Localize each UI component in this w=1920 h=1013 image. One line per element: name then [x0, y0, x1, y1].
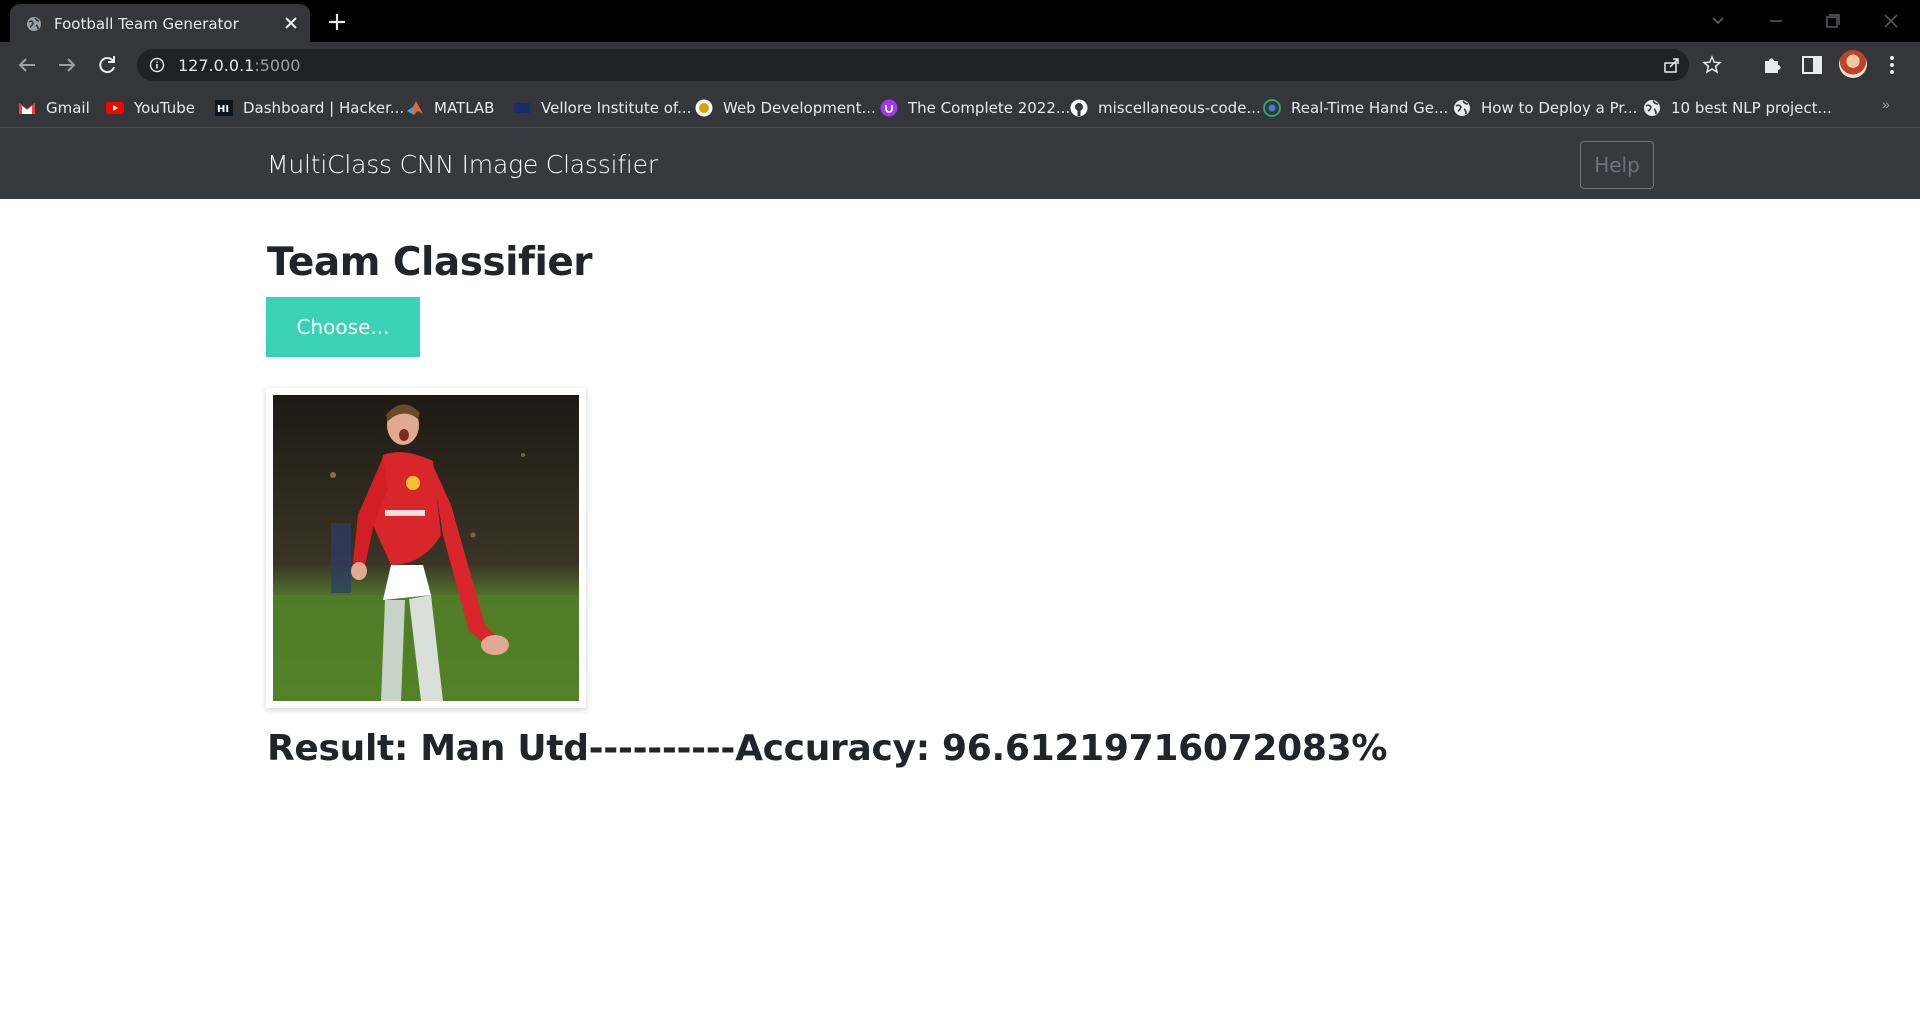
udemy-icon: [880, 99, 898, 117]
bookmark-label: Gmail: [46, 99, 90, 117]
site-icon: [1263, 99, 1281, 117]
address-bar[interactable]: 127.0.0.1:5000: [137, 49, 1722, 81]
browser-tabstrip: Football Team Generator: [0, 0, 1920, 42]
new-tab-icon[interactable]: [325, 10, 349, 34]
close-tab-icon[interactable]: [282, 14, 300, 32]
minimize-icon[interactable]: [1763, 8, 1789, 34]
navbar-brand[interactable]: MultiClass CNN Image Classifier: [267, 150, 658, 179]
bookmark-label: 10 best NLP project...: [1671, 99, 1832, 117]
share-icon[interactable]: [1662, 55, 1682, 75]
hackerrank-icon: HI: [215, 100, 233, 116]
bookmark-label: miscellaneous-code...: [1098, 99, 1261, 117]
menu-kebab-icon[interactable]: [1880, 53, 1904, 77]
bookmark-label: How to Deploy a Pr...: [1481, 99, 1638, 117]
bookmark-label: MATLAB: [434, 99, 495, 117]
image-preview: [266, 388, 586, 708]
back-icon[interactable]: [13, 51, 41, 79]
extensions-icon[interactable]: [1760, 53, 1784, 77]
url-text: 127.0.0.1:5000: [178, 56, 300, 75]
bookmark-label: Real-Time Hand Ge...: [1291, 99, 1449, 117]
page-title: Team Classifier: [267, 240, 593, 285]
reload-icon[interactable]: [93, 51, 121, 79]
url-host: 127.0.0.1: [178, 56, 255, 75]
udemy-badge-icon: [695, 99, 713, 117]
bookmark-label: The Complete 2022...: [908, 99, 1071, 117]
matlab-icon: [407, 101, 423, 115]
github-icon: [1070, 99, 1088, 117]
bookmark-label: Dashboard | Hacker...: [243, 99, 405, 117]
choose-file-button[interactable]: Choose...: [266, 297, 420, 357]
browser-tab[interactable]: Football Team Generator: [10, 4, 310, 42]
profile-avatar[interactable]: [1839, 50, 1867, 78]
close-window-icon[interactable]: [1878, 8, 1904, 34]
help-button[interactable]: Help: [1580, 141, 1654, 189]
gmail-icon: [19, 103, 35, 114]
globe-icon: [1454, 100, 1470, 116]
url-port: :5000: [254, 56, 301, 75]
bookmark-label: YouTube: [134, 99, 195, 117]
globe-icon: [27, 17, 41, 31]
more-bookmarks-chevron-icon[interactable]: »: [1882, 96, 1902, 116]
browser-toolbar: 127.0.0.1:5000: [0, 42, 1920, 88]
globe-icon: [1644, 100, 1660, 116]
vit-icon: [514, 103, 530, 113]
uploaded-player-image: [273, 395, 579, 701]
bookmarks-bar: Gmail YouTube HI Dashboard | Hacker... M…: [0, 88, 1920, 128]
classification-result: Result: Man Utd----------Accuracy: 96.61…: [267, 728, 1388, 769]
bookmark-star-icon[interactable]: [1702, 55, 1722, 75]
bookmark-label: Web Development...: [723, 99, 876, 117]
restore-icon[interactable]: [1820, 8, 1846, 34]
tab-search-icon[interactable]: [1705, 8, 1731, 34]
svg-text:HI: HI: [217, 104, 229, 115]
youtube-icon: [106, 102, 124, 114]
site-info-icon[interactable]: [149, 57, 165, 73]
bookmark-label: Vellore Institute of...: [541, 99, 692, 117]
app-navbar: MultiClass CNN Image Classifier Help: [0, 128, 1920, 199]
tab-title: Football Team Generator: [54, 15, 239, 33]
side-panel-icon[interactable]: [1800, 53, 1824, 77]
forward-icon[interactable]: [53, 51, 81, 79]
